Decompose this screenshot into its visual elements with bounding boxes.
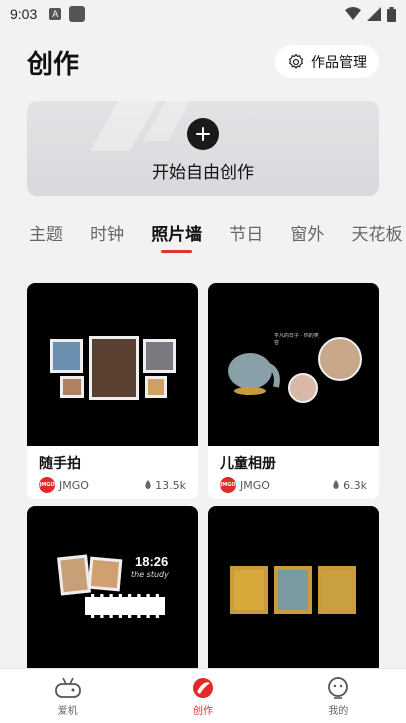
likes-count: 6.3k bbox=[343, 478, 367, 492]
painting-frame bbox=[318, 566, 356, 614]
free-create-label: 开始自由创作 bbox=[152, 163, 254, 183]
free-create-banner[interactable]: 开始自由创作 bbox=[27, 101, 379, 196]
bottom-navigation: 爱机 创作 我的 bbox=[0, 668, 406, 723]
photo-frame bbox=[57, 554, 91, 596]
tab-ceiling[interactable]: 天花板 bbox=[351, 220, 402, 256]
wifi-icon bbox=[345, 7, 361, 20]
card-note-text: 平凡的日子 · 你的笑容 bbox=[274, 333, 319, 346]
status-indicators bbox=[345, 6, 396, 22]
category-tabs: 主题 时钟 照片墙 节日 窗外 天花板 bbox=[29, 220, 406, 260]
notification-square-icon bbox=[69, 6, 86, 22]
likes-count: 13.5k bbox=[155, 478, 186, 492]
author-name: JMGO bbox=[59, 478, 89, 492]
gear-icon bbox=[289, 53, 303, 69]
likes-count-wrap: 13.5k bbox=[144, 479, 186, 492]
jmgo-logo-icon: JMGO bbox=[220, 477, 236, 493]
flame-icon bbox=[333, 480, 339, 489]
nav-create-label: 创作 bbox=[192, 706, 213, 717]
template-card[interactable]: 18:26 the study bbox=[27, 506, 198, 676]
create-icon bbox=[192, 678, 213, 698]
photo-frame bbox=[50, 339, 83, 373]
photo-frame bbox=[143, 339, 176, 373]
film-strip bbox=[85, 594, 165, 618]
tab-outside-window[interactable]: 窗外 bbox=[290, 220, 324, 256]
template-thumbnail: 18:26 the study bbox=[27, 506, 198, 676]
template-thumbnail: 平凡的日子 · 你的笑容 bbox=[208, 283, 379, 446]
flame-icon bbox=[145, 480, 151, 489]
template-card[interactable]: 平凡的日子 · 你的笑容 儿童相册 JMGO JMGO 6.3k bbox=[208, 283, 379, 499]
clock-caption: the study bbox=[131, 570, 169, 579]
status-bar: 9:03 A bbox=[0, 0, 406, 28]
photo-frame bbox=[89, 336, 139, 400]
painting-frame bbox=[274, 566, 312, 614]
works-manage-button[interactable]: 作品管理 bbox=[275, 45, 379, 78]
photo-circle bbox=[318, 337, 362, 381]
template-card[interactable] bbox=[208, 506, 379, 676]
plus-icon bbox=[187, 118, 219, 150]
works-manage-label: 作品管理 bbox=[311, 54, 367, 71]
signal-icon bbox=[367, 7, 381, 21]
nav-profile[interactable]: 我的 bbox=[271, 669, 406, 723]
tab-clock[interactable]: 时钟 bbox=[90, 220, 124, 256]
template-thumbnail bbox=[208, 506, 379, 676]
nav-create[interactable]: 创作 bbox=[135, 669, 270, 723]
elephant-illustration bbox=[228, 353, 280, 395]
jmgo-logo-icon: JMGO bbox=[39, 477, 55, 493]
template-thumbnail bbox=[27, 283, 198, 446]
template-card[interactable]: 随手拍 JMGO JMGO 13.5k bbox=[27, 283, 198, 499]
tab-theme[interactable]: 主题 bbox=[29, 220, 63, 256]
photo-circle bbox=[288, 373, 318, 403]
template-name: 儿童相册 bbox=[220, 456, 276, 472]
battery-icon bbox=[387, 6, 396, 22]
template-name: 随手拍 bbox=[39, 456, 81, 472]
nav-my-device[interactable]: 爱机 bbox=[0, 669, 135, 723]
author-name: JMGO bbox=[240, 478, 270, 492]
painting-frame bbox=[230, 566, 268, 614]
photo-frame bbox=[60, 376, 84, 398]
profile-icon bbox=[328, 677, 349, 699]
likes-count-wrap: 6.3k bbox=[332, 479, 367, 492]
nav-profile-label: 我的 bbox=[328, 706, 349, 717]
nav-my-device-label: 爱机 bbox=[57, 706, 78, 717]
clock-time: 18:26 bbox=[135, 554, 169, 569]
tab-holiday[interactable]: 节日 bbox=[229, 220, 263, 256]
photo-frame bbox=[87, 556, 123, 592]
photo-frame bbox=[145, 376, 167, 398]
page-title: 创作 bbox=[27, 50, 80, 80]
status-time: 9:03 bbox=[10, 6, 38, 22]
notification-a-icon: A bbox=[49, 8, 62, 20]
tv-icon bbox=[54, 677, 81, 698]
tab-photo-wall[interactable]: 照片墙 bbox=[151, 220, 202, 256]
